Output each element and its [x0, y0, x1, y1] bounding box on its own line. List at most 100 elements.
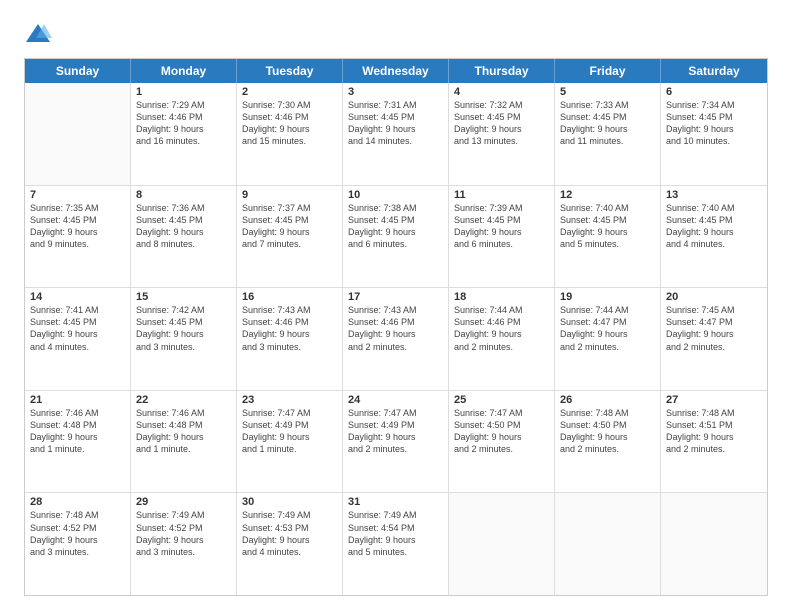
day-cell-19: 19Sunrise: 7:44 AMSunset: 4:47 PMDayligh… [555, 288, 661, 390]
day-number: 17 [348, 291, 443, 303]
cell-info-line: Sunrise: 7:40 AM [560, 202, 655, 214]
calendar-row-2: 7Sunrise: 7:35 AMSunset: 4:45 PMDaylight… [25, 186, 767, 289]
cell-info-line: and 3 minutes. [136, 341, 231, 353]
cell-info-line: Daylight: 9 hours [560, 328, 655, 340]
cell-info-line: Sunset: 4:48 PM [136, 419, 231, 431]
cell-info-line: Sunrise: 7:30 AM [242, 99, 337, 111]
cell-info-line: Sunset: 4:51 PM [666, 419, 762, 431]
day-number: 13 [666, 189, 762, 201]
cell-info-line: Sunrise: 7:48 AM [666, 407, 762, 419]
cell-info-line: Sunset: 4:45 PM [30, 214, 125, 226]
cell-info-line: Sunrise: 7:47 AM [454, 407, 549, 419]
cell-info-line: Sunset: 4:46 PM [242, 111, 337, 123]
cell-info-line: Daylight: 9 hours [560, 123, 655, 135]
header-day-thursday: Thursday [449, 59, 555, 83]
day-cell-13: 13Sunrise: 7:40 AMSunset: 4:45 PMDayligh… [661, 186, 767, 288]
cell-info-line: and 4 minutes. [666, 238, 762, 250]
day-number: 11 [454, 189, 549, 201]
cell-info-line: and 15 minutes. [242, 135, 337, 147]
day-cell-6: 6Sunrise: 7:34 AMSunset: 4:45 PMDaylight… [661, 83, 767, 185]
cell-info-line: and 2 minutes. [454, 341, 549, 353]
cell-info-line: Sunset: 4:45 PM [136, 316, 231, 328]
cell-info-line: Daylight: 9 hours [348, 534, 443, 546]
day-cell-24: 24Sunrise: 7:47 AMSunset: 4:49 PMDayligh… [343, 391, 449, 493]
day-cell-27: 27Sunrise: 7:48 AMSunset: 4:51 PMDayligh… [661, 391, 767, 493]
cell-info-line: Sunrise: 7:40 AM [666, 202, 762, 214]
calendar-row-1: 1Sunrise: 7:29 AM Sunset: 4:46 PM Daylight… [25, 83, 767, 186]
day-number: 15 [136, 291, 231, 303]
cell-info-line: and 6 minutes. [348, 238, 443, 250]
day-number: 8 [136, 189, 231, 201]
day-number: 1 [136, 86, 231, 98]
cell-info-line: and 1 minute. [30, 443, 125, 455]
cell-info-line: and 13 minutes. [454, 135, 549, 147]
cell-info-line: Sunset: 4:49 PM [242, 419, 337, 431]
cell-info-line: Daylight: 9 hours [30, 328, 125, 340]
cell-info-line: Sunrise: 7:44 AM [560, 304, 655, 316]
day-cell-8: 8Sunrise: 7:36 AMSunset: 4:45 PMDaylight… [131, 186, 237, 288]
cell-info-line: Sunrise: 7:49 AM [242, 509, 337, 521]
day-cell-14: 14Sunrise: 7:41 AMSunset: 4:45 PMDayligh… [25, 288, 131, 390]
cell-info-line: and 4 minutes. [242, 546, 337, 558]
cell-info-line: Sunrise: 7:43 AM [242, 304, 337, 316]
cell-info-line: and 10 minutes. [666, 135, 762, 147]
cell-info-line: Sunset: 4:45 PM [560, 214, 655, 226]
cell-info-line: Sunrise: 7:34 AM [666, 99, 762, 111]
cell-info-line: Daylight: 9 hours [242, 226, 337, 238]
day-number: 16 [242, 291, 337, 303]
cell-info-line: and 3 minutes. [30, 546, 125, 558]
cell-info-line: Sunset: 4:48 PM [30, 419, 125, 431]
header-day-saturday: Saturday [661, 59, 767, 83]
cell-info-line: Sunset: 4:45 PM [348, 214, 443, 226]
cell-info-line: Daylight: 9 hours [30, 226, 125, 238]
day-cell-12: 12Sunrise: 7:40 AMSunset: 4:45 PMDayligh… [555, 186, 661, 288]
day-number: 14 [30, 291, 125, 303]
cell-info-line: Sunset: 4:53 PM [242, 522, 337, 534]
header-day-sunday: Sunday [25, 59, 131, 83]
cell-info-line: and 2 minutes. [666, 443, 762, 455]
cell-info-line: Sunset: 4:45 PM [136, 214, 231, 226]
day-number: 2 [242, 86, 337, 98]
day-cell-22: 22Sunrise: 7:46 AMSunset: 4:48 PMDayligh… [131, 391, 237, 493]
day-cell-4: 4Sunrise: 7:32 AMSunset: 4:45 PMDaylight… [449, 83, 555, 185]
cell-info-line: Sunset: 4:45 PM [454, 111, 549, 123]
cell-info-line: Daylight: 9 hours [666, 123, 762, 135]
day-number: 31 [348, 496, 443, 508]
cell-info-line: Sunset: 4:45 PM [242, 214, 337, 226]
day-number: 28 [30, 496, 125, 508]
cell-info-line: Daylight: 9 hours [666, 431, 762, 443]
cell-info-line: Sunrise: 7:46 AM [136, 407, 231, 419]
header-day-monday: Monday [131, 59, 237, 83]
day-cell-2: 2Sunrise: 7:30 AMSunset: 4:46 PMDaylight… [237, 83, 343, 185]
cell-info-line: and 6 minutes. [454, 238, 549, 250]
day-cell-18: 18Sunrise: 7:44 AMSunset: 4:46 PMDayligh… [449, 288, 555, 390]
calendar-row-3: 14Sunrise: 7:41 AMSunset: 4:45 PMDayligh… [25, 288, 767, 391]
cell-info-line: Daylight: 9 hours [560, 226, 655, 238]
header [24, 20, 768, 48]
cell-info-line: and 2 minutes. [348, 341, 443, 353]
cell-info-line: Daylight: 9 hours [348, 226, 443, 238]
day-number: 9 [242, 189, 337, 201]
day-number: 26 [560, 394, 655, 406]
cell-info-line: Sunrise: 7:49 AM [136, 509, 231, 521]
cell-info-line: and 2 minutes. [348, 443, 443, 455]
cell-info-line: and 16 minutes. [136, 135, 231, 147]
empty-cell-4-5 [555, 493, 661, 595]
cell-info-line: Daylight: 9 hours [136, 534, 231, 546]
cell-info-line: Daylight: 9 hours [454, 328, 549, 340]
day-number: 20 [666, 291, 762, 303]
day-number: 10 [348, 189, 443, 201]
cell-info-line: Sunrise: 7:47 AM [242, 407, 337, 419]
cell-info-line: Sunset: 4:49 PM [348, 419, 443, 431]
cell-info-line: Sunset: 4:47 PM [666, 316, 762, 328]
cell-info-line: Sunrise: 7:37 AM [242, 202, 337, 214]
cell-info-line: Sunrise: 7:29 AM [136, 99, 231, 111]
calendar-row-4: 21Sunrise: 7:46 AMSunset: 4:48 PMDayligh… [25, 391, 767, 494]
day-number: 30 [242, 496, 337, 508]
cell-info-line: and 1 minute. [242, 443, 337, 455]
cell-info-line: Sunset: 4:45 PM [560, 111, 655, 123]
cell-info-line: Sunset: 4:50 PM [560, 419, 655, 431]
cell-info-line: Sunset: 4:45 PM [666, 111, 762, 123]
cell-info-line: Daylight: 9 hours [30, 534, 125, 546]
day-number: 12 [560, 189, 655, 201]
